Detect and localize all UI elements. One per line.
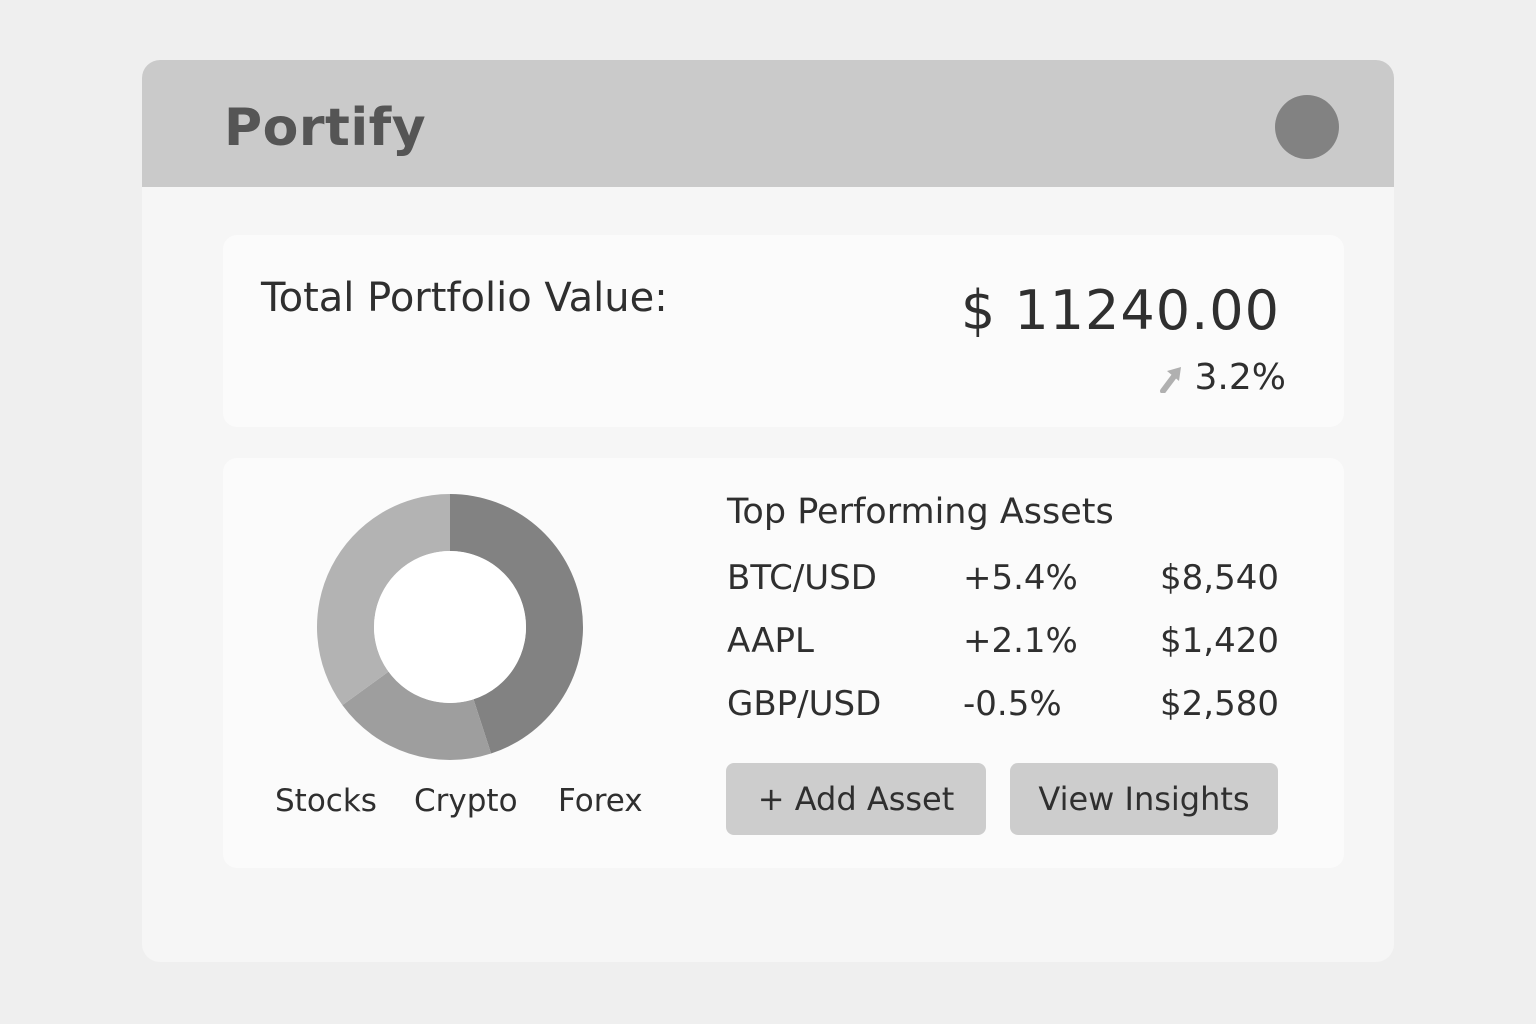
asset-row[interactable]: AAPL +2.1% $1,420 [727,621,1279,665]
legend-stocks: Stocks [275,783,377,819]
legend-crypto: Crypto [414,783,518,819]
asset-row[interactable]: BTC/USD +5.4% $8,540 [727,558,1279,602]
asset-value: $1,420 [1160,621,1279,661]
asset-value: $8,540 [1160,558,1279,598]
assets-card: Stocks Crypto Forex Top Performing Asset… [223,458,1344,868]
app-window: Portify Total Portfolio Value: $ 11240.0… [142,60,1394,962]
asset-change: +5.4% [963,558,1078,598]
portfolio-summary-card: Total Portfolio Value: $ 11240.00 3.2% [223,235,1344,427]
legend-forex: Forex [558,783,643,819]
portfolio-change: 3.2% [1159,357,1286,398]
allocation-donut-chart [317,494,583,760]
asset-change: +2.1% [963,621,1078,661]
portfolio-change-value: 3.2% [1194,357,1286,398]
asset-row[interactable]: GBP/USD -0.5% $2,580 [727,684,1279,728]
donut-hole [374,551,526,703]
asset-name: BTC/USD [727,558,877,598]
arrow-up-right-icon [1159,366,1181,393]
app-title: Portify [224,98,427,158]
total-portfolio-value: $ 11240.00 [960,279,1280,342]
asset-change: -0.5% [963,684,1062,724]
top-assets-title: Top Performing Assets [727,492,1114,532]
asset-name: GBP/USD [727,684,882,724]
total-portfolio-label: Total Portfolio Value: [261,275,668,321]
asset-name: AAPL [727,621,814,661]
asset-value: $2,580 [1160,684,1279,724]
app-header: Portify [142,60,1394,187]
view-insights-button[interactable]: View Insights [1010,763,1278,835]
user-avatar-icon[interactable] [1275,95,1339,159]
add-asset-button[interactable]: + Add Asset [726,763,986,835]
